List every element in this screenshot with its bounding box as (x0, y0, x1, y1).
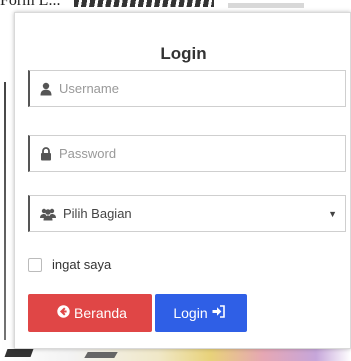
login-panel: Login Username Password Pilih Bagian ▼ i… (14, 12, 351, 349)
arrow-circle-left-icon (57, 305, 70, 321)
home-button-label: Beranda (74, 305, 127, 321)
password-field[interactable]: Password (28, 135, 346, 172)
sign-in-icon (212, 305, 225, 321)
username-placeholder: Username (59, 81, 119, 96)
background-footer-mark (4, 349, 34, 357)
remember-checkbox[interactable] (28, 257, 42, 272)
username-field[interactable]: Username (28, 70, 346, 107)
login-button[interactable]: Login (155, 294, 247, 332)
background-left-line (4, 82, 6, 352)
lock-icon (40, 146, 52, 161)
user-icon (40, 82, 52, 96)
background-header-text: Form L... (0, 0, 61, 9)
home-button[interactable]: Beranda (28, 294, 152, 332)
caret-down-icon: ▼ (328, 209, 337, 219)
background-footer-mark-2 (84, 352, 118, 358)
background-bar (228, 3, 304, 8)
background-stripes (74, 0, 214, 7)
background-left-edge (0, 12, 14, 361)
login-title: Login (160, 44, 207, 63)
role-select[interactable]: Pilih Bagian ▼ (28, 195, 346, 232)
background-header: Form L... (0, 0, 351, 12)
role-select-value: Pilih Bagian (63, 206, 132, 221)
users-icon (40, 207, 56, 221)
remember-me[interactable]: ingat saya (28, 257, 111, 272)
remember-label: ingat saya (52, 257, 112, 272)
password-placeholder: Password (59, 146, 117, 161)
login-button-label: Login (173, 305, 208, 321)
